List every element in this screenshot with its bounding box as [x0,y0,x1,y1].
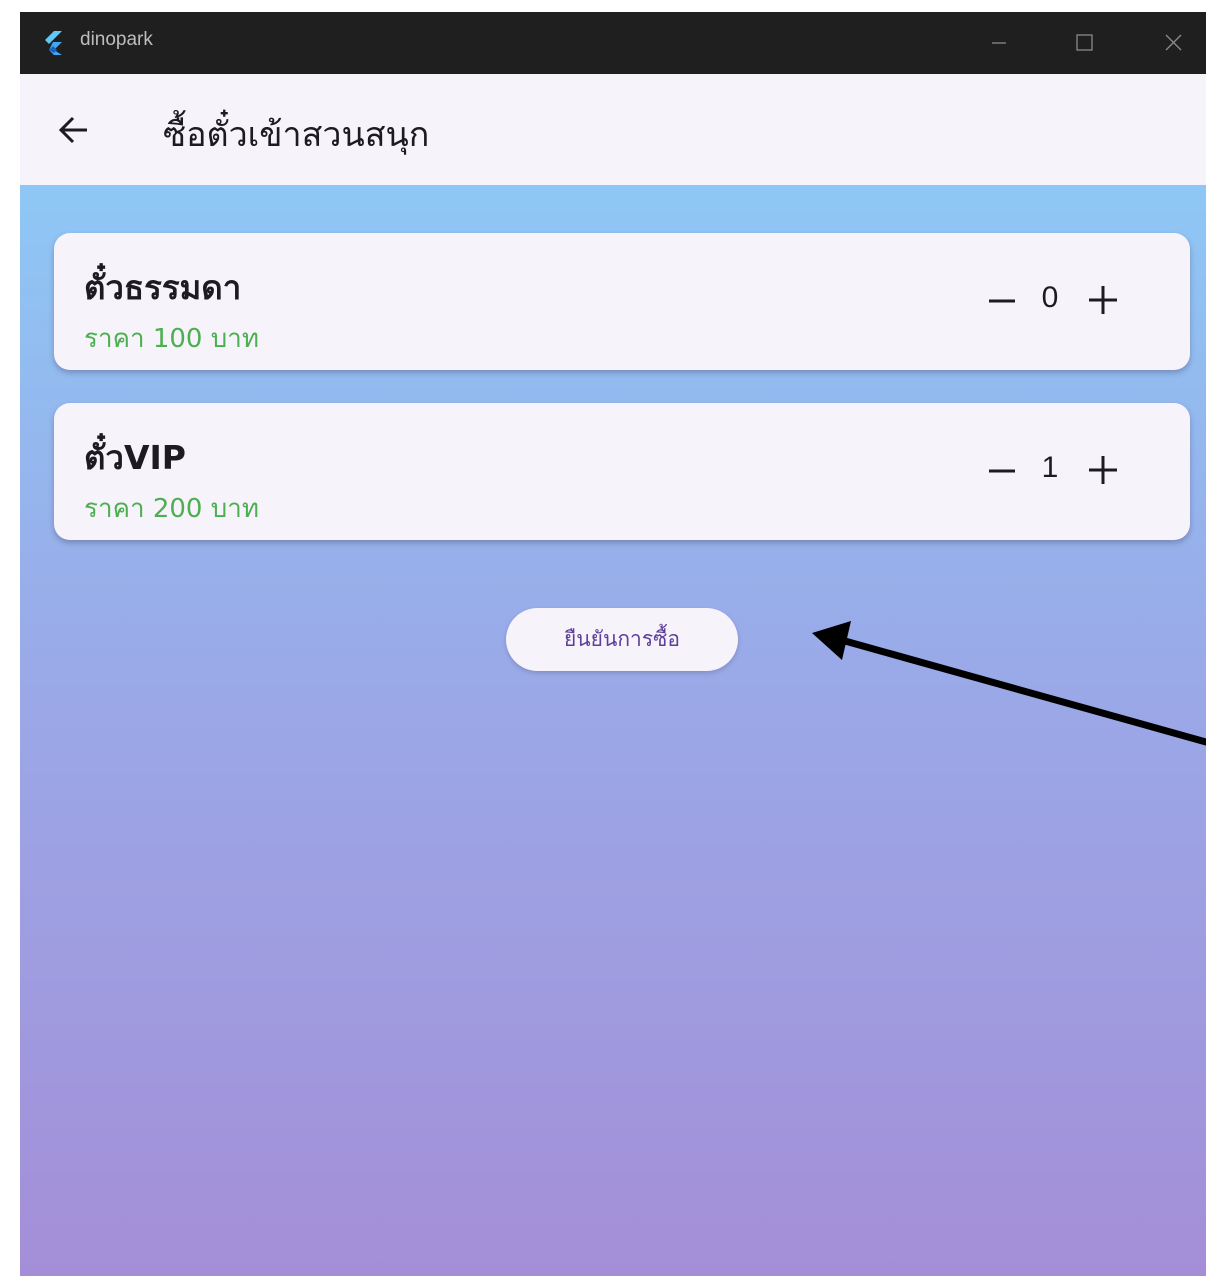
close-button[interactable] [1144,12,1202,74]
minus-icon [989,469,1015,473]
close-icon [1165,34,1182,51]
ticket-price: ราคา 200 บาท [84,494,259,524]
back-button[interactable] [44,102,104,158]
plus-icon [1089,286,1117,314]
ticket-name: ตั๋วVIP [84,438,186,477]
increment-button[interactable] [1080,447,1126,493]
increment-button[interactable] [1080,277,1126,323]
ticket-price: ราคา 100 บาท [84,324,259,354]
arrow-back-icon [58,116,87,144]
app-window: dinopark ซื้อตั๋วเข้าสวนสนุก ตั๋วธรรมดา … [20,12,1206,1276]
plus-icon [1089,456,1117,484]
minimize-icon [992,42,1006,44]
quantity-value: 1 [1041,451,1059,484]
maximize-button[interactable] [1056,12,1114,74]
quantity-value: 0 [1041,281,1059,314]
ticket-card-regular: ตั๋วธรรมดา ราคา 100 บาท 0 [54,233,1190,370]
app-bar: ซื้อตั๋วเข้าสวนสนุก [20,74,1206,185]
window-titlebar[interactable]: dinopark [20,12,1206,74]
ticket-name: ตั๋วธรรมดา [84,268,242,307]
confirm-purchase-button[interactable]: ยืนยันการซื้อ [506,608,738,671]
decrement-button[interactable] [982,279,1022,323]
decrement-button[interactable] [982,449,1022,493]
page-title: ซื้อตั๋วเข้าสวนสนุก [163,115,430,155]
minimize-button[interactable] [970,12,1028,74]
flutter-logo-icon [45,31,62,55]
window-title: dinopark [80,29,153,50]
minus-icon [989,299,1015,303]
maximize-icon [1076,34,1093,51]
ticket-card-vip: ตั๋วVIP ราคา 200 บาท 1 [54,403,1190,540]
ticket-content: ตั๋วธรรมดา ราคา 100 บาท 0 ตั๋วVIP ราคา 2… [20,185,1206,1276]
